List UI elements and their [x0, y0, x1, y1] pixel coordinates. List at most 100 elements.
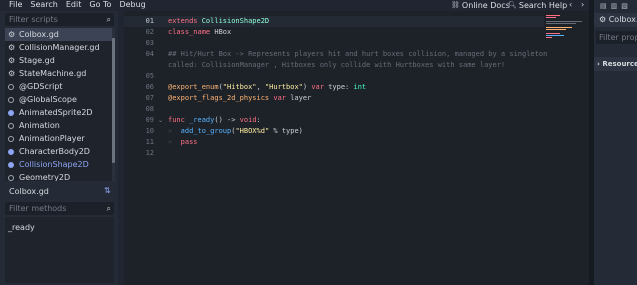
script-item-label: CollisionManager.gd: [19, 43, 100, 52]
resource-section[interactable]: › Resource: [594, 57, 637, 71]
line-number[interactable]: 06: [140, 82, 154, 93]
gear-icon: ⚙: [599, 15, 609, 24]
gear-icon: ⚙: [8, 30, 16, 39]
inspector-toolbar-icons[interactable]: ▤▥▧: [600, 2, 632, 10]
code-line[interactable]: 07 @export_flags_2d_physics var layer: [124, 93, 544, 104]
code-line[interactable]: called: CollisionManager , Hitboxes only…: [124, 60, 544, 71]
code-line[interactable]: 06 @export_enum("Hitbox", "Hurtbox") var …: [124, 82, 544, 93]
node-2d-icon: [8, 149, 14, 155]
menu-goto[interactable]: Go To: [89, 0, 111, 10]
code-line[interactable]: 08: [124, 104, 544, 115]
doc-item-character-body-2d[interactable]: CharacterBody2D: [5, 145, 112, 158]
line-number[interactable]: 02: [140, 27, 154, 38]
filter-scripts-input[interactable]: Filter scripts ⌕: [5, 13, 114, 26]
code-line[interactable]: 03: [124, 38, 544, 49]
code-token: @export_flags_2d_physics: [168, 94, 274, 102]
code-text: extends CollisionShape2D: [168, 16, 269, 27]
filter-methods-input[interactable]: Filter methods ⌕: [5, 202, 114, 215]
code-token: CollisionShape2D: [201, 17, 270, 25]
line-number[interactable]: 07: [140, 93, 154, 104]
doc-item-collision-shape-2d[interactable]: CollisionShape2D: [5, 158, 112, 171]
line-number[interactable]: 04: [140, 49, 154, 60]
doc-item-animated-sprite-2d[interactable]: AnimatedSprite2D: [5, 106, 112, 119]
code-token: var: [311, 83, 329, 91]
script-item-label: Geometry2D: [19, 173, 71, 181]
doc-item-gdscript[interactable]: @GDScript: [5, 80, 112, 93]
filter-scripts-placeholder: Filter scripts: [9, 15, 58, 24]
code-token: type:: [328, 83, 354, 91]
line-number[interactable]: 12: [140, 148, 154, 159]
gear-icon: ⚙: [8, 69, 16, 78]
script-item-label: Stage.gd: [19, 56, 55, 65]
resource-icon: [8, 123, 14, 129]
save-resource-icon[interactable]: ▧: [621, 2, 632, 10]
menu-file[interactable]: File: [9, 0, 22, 10]
scrollbar-thumb[interactable]: [112, 38, 115, 163]
code-line[interactable]: 01 extends CollisionShape2D: [124, 16, 544, 27]
online-docs-label: Online Docs: [461, 0, 510, 10]
new-resource-icon[interactable]: ▤: [600, 2, 611, 10]
line-number[interactable]: 03: [140, 38, 154, 49]
script-item-stage[interactable]: ⚙ Stage.gd: [5, 54, 112, 67]
script-item-colbox[interactable]: ⚙ Colbox.gd: [5, 28, 112, 41]
line-number[interactable]: 09: [140, 115, 154, 126]
node-icon: [8, 175, 14, 181]
menu-search[interactable]: Search: [30, 0, 57, 10]
code-line[interactable]: 05: [124, 71, 544, 82]
code-token: "Hitbox": [222, 83, 257, 91]
node-icon: [8, 97, 14, 103]
search-icon: ⌕: [106, 15, 111, 24]
code-token: extends: [168, 17, 202, 25]
node-icon: [8, 84, 14, 90]
code-text: class_name HBox: [168, 27, 231, 38]
code-token: "HBOX%d": [235, 127, 270, 135]
doc-item-animation[interactable]: Animation: [5, 119, 112, 132]
scripts-panel: Filter scripts ⌕ ⚙ Colbox.gd ⚙ Collision…: [0, 11, 118, 285]
code-line[interactable]: 12: [124, 148, 544, 159]
doc-item-geometry-2d[interactable]: Geometry2D: [5, 171, 112, 181]
line-number[interactable]: 08: [140, 104, 154, 115]
fold-arrow-icon[interactable]: ⌄: [158, 115, 163, 126]
code-token: »: [168, 138, 181, 146]
filter-properties-input[interactable]: Filter prope: [596, 31, 637, 44]
script-item-collision-manager[interactable]: ⚙ CollisionManager.gd: [5, 41, 112, 54]
next-script-button[interactable]: ›: [581, 0, 584, 10]
code-token: ## Hit/Hurt Box -> Represents players hi…: [168, 50, 548, 58]
code-token: called: CollisionManager , Hitboxes only…: [168, 61, 506, 69]
menu-debug[interactable]: Debug: [119, 0, 145, 10]
method-item-ready[interactable]: _ready: [5, 221, 114, 234]
code-line[interactable]: 10 » add_to_group("HBOX%d" % type): [124, 126, 544, 137]
line-number[interactable]: 10: [140, 126, 154, 137]
load-resource-icon[interactable]: ▥: [611, 2, 622, 10]
line-number[interactable]: 01: [140, 16, 154, 27]
code-line[interactable]: 04 ## Hit/Hurt Box -> Represents players …: [124, 49, 548, 60]
code-text: called: CollisionManager , Hitboxes only…: [168, 60, 505, 71]
code-token: void: [239, 116, 257, 124]
script-item-label: Colbox.gd: [19, 30, 59, 39]
online-docs-button[interactable]: ⛓ Online Docs: [451, 0, 510, 10]
code-token: pass: [180, 138, 198, 146]
menu-edit[interactable]: Edit: [66, 0, 82, 10]
previous-script-button[interactable]: ‹: [569, 0, 572, 10]
doc-item-globalscope[interactable]: @GlobalScope: [5, 93, 112, 106]
code-line[interactable]: 11 » pass: [124, 137, 544, 148]
code-token: »: [168, 127, 181, 135]
inspector-object-tab[interactable]: ⚙ Colbox...: [594, 13, 637, 27]
current-script-name: Colbox.gd: [9, 187, 49, 196]
doc-item-animation-player[interactable]: AnimationPlayer: [5, 132, 112, 145]
link-icon: ⛓: [451, 1, 460, 9]
code-editor[interactable]: 01 extends CollisionShape2D 02 class_name H…: [124, 11, 589, 285]
script-item-state-machine[interactable]: ⚙ StateMachine.gd: [5, 67, 112, 80]
code-line[interactable]: 02 class_name HBox: [124, 27, 544, 38]
line-number[interactable]: 11: [140, 137, 154, 148]
script-list-scrollbar[interactable]: [112, 28, 115, 181]
line-number[interactable]: 05: [140, 71, 154, 82]
sort-icon[interactable]: ⇅: [104, 186, 111, 195]
search-help-button[interactable]: 🔍︎ Search Help: [508, 0, 567, 10]
script-item-label: CollisionShape2D: [19, 160, 89, 169]
code-text: ## Hit/Hurt Box -> Represents players hi…: [168, 49, 547, 60]
code-line[interactable]: 09 ⌄ func _ready() -> void:: [124, 115, 544, 126]
script-item-label: Animation: [19, 121, 60, 130]
node-2d-icon: [8, 110, 14, 116]
minimap[interactable]: [546, 11, 586, 71]
